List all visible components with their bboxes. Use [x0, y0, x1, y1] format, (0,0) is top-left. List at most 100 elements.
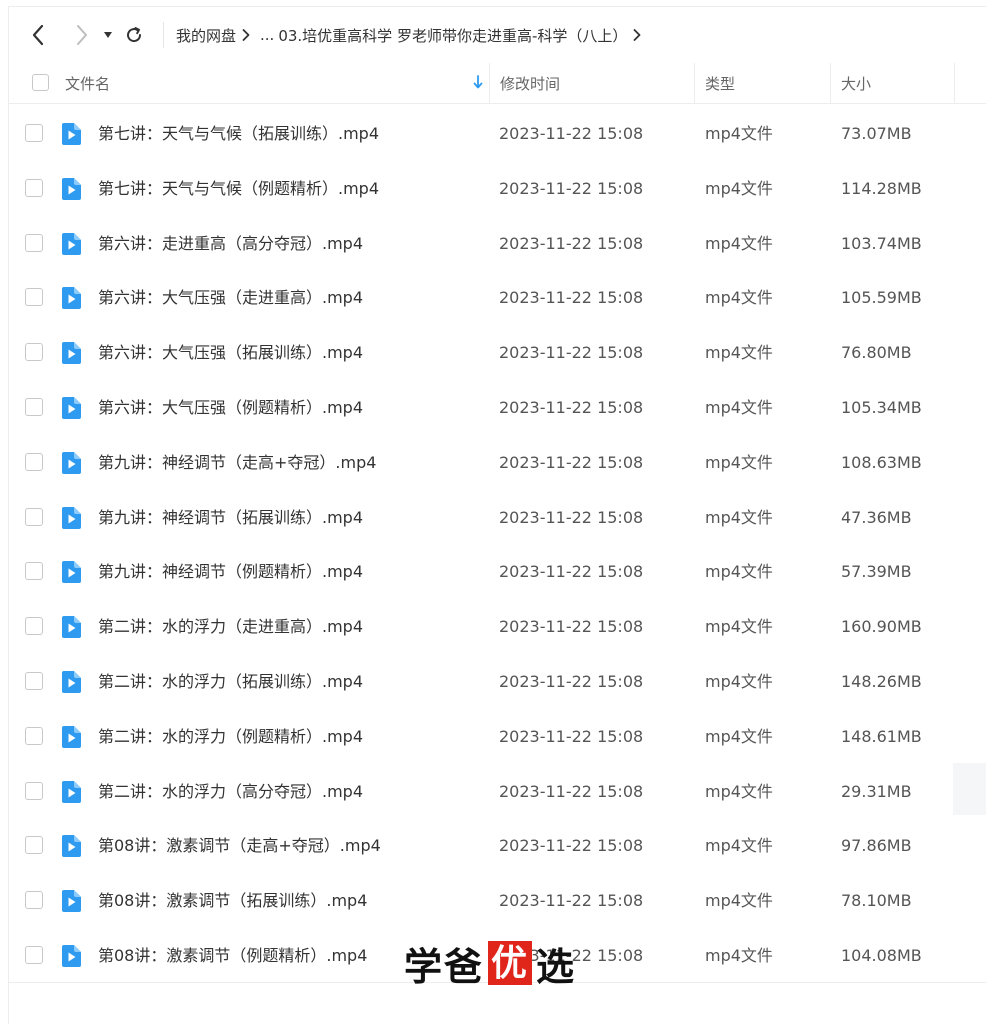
file-type: mp4文件 — [705, 398, 773, 417]
column-header-modified[interactable]: 修改时间 — [489, 63, 694, 103]
file-row-checkbox[interactable] — [25, 781, 43, 800]
file-name[interactable]: 第二讲：水的浮力（例题精析）.mp4 — [98, 710, 363, 764]
file-row-checkbox[interactable] — [25, 233, 43, 252]
file-row-checkbox[interactable] — [25, 726, 43, 745]
file-size: 160.90MB — [841, 617, 922, 637]
file-size: 148.61MB — [841, 726, 922, 746]
file-row-checkbox[interactable] — [25, 672, 43, 690]
file-modified-time: 2023-11-22 15:08 — [499, 781, 644, 801]
file-type: mp4文件 — [705, 124, 773, 143]
file-name[interactable]: 第九讲：神经调节（走高+夺冠）.mp4 — [98, 436, 376, 490]
column-header-type[interactable]: 类型 — [694, 63, 830, 103]
file-modified-time: 2023-11-22 15:08 — [499, 891, 644, 911]
file-row[interactable]: 第九讲：神经调节（拓展训练）.mp4 2023-11-22 15:08 mp4文件 4… — [9, 491, 986, 545]
file-type: mp4文件 — [705, 452, 773, 472]
file-type: mp4文件 — [705, 726, 773, 746]
file-row[interactable]: 第二讲：水的浮力（走进重高）.mp4 2023-11-22 15:08 mp4文件 1… — [9, 600, 986, 654]
history-dropdown-button[interactable] — [99, 20, 117, 50]
file-row-checkbox[interactable] — [25, 343, 43, 362]
file-type: mp4文件 — [705, 672, 773, 691]
video-file-icon — [62, 616, 81, 639]
file-name[interactable]: 第六讲：大气压强（拓展训练）.mp4 — [98, 326, 363, 380]
file-name[interactable]: 第六讲：大气压强（例题精析）.mp4 — [98, 381, 363, 435]
file-row[interactable]: 第六讲：大气压强（例题精析）.mp4 2023-11-22 15:08 mp4文件 1… — [9, 381, 986, 435]
file-name[interactable]: 第六讲：走进重高（高分夺冠）.mp4 — [98, 217, 363, 271]
file-row[interactable]: 第七讲：天气与气候（例题精析）.mp4 2023-11-22 15:08 mp4文件… — [9, 162, 986, 216]
file-type: mp4文件 — [705, 343, 773, 363]
file-row-checkbox[interactable] — [25, 617, 43, 636]
video-file-icon — [62, 287, 81, 310]
file-row[interactable]: 第08讲：激素调节（拓展训练）.mp4 2023-11-22 15:08 mp4文件… — [9, 874, 986, 928]
refresh-icon — [127, 27, 142, 43]
forward-button[interactable] — [67, 20, 97, 50]
file-name[interactable]: 第九讲：神经调节（拓展训练）.mp4 — [98, 491, 363, 545]
breadcrumb-ellipsis[interactable]: ... — [260, 26, 274, 44]
file-modified-time: 2023-11-22 15:08 — [499, 233, 644, 253]
file-row-checkbox[interactable] — [25, 288, 43, 307]
file-row[interactable]: 第二讲：水的浮力（例题精析）.mp4 2023-11-22 15:08 mp4文件 1… — [9, 710, 986, 764]
file-row[interactable]: 第08讲：激素调节（走高+夺冠）.mp4 2023-11-22 15:08 mp4文… — [9, 819, 986, 873]
file-size: 114.28MB — [841, 178, 922, 198]
file-modified-time: 2023-11-22 15:08 — [499, 288, 644, 308]
file-row-checkbox[interactable] — [25, 124, 43, 142]
breadcrumb-root[interactable]: 我的网盘 — [176, 25, 236, 46]
video-file-icon — [62, 123, 81, 145]
file-size: 108.63MB — [841, 452, 922, 472]
file-modified-time: 2023-11-22 15:08 — [499, 178, 644, 198]
file-row-checkbox[interactable] — [25, 946, 43, 964]
file-name[interactable]: 第七讲：天气与气候（拓展训练）.mp4 — [98, 107, 379, 161]
file-name[interactable]: 第七讲：天气与气候（例题精析）.mp4 — [98, 162, 379, 216]
file-row[interactable]: 第六讲：大气压强（走进重高）.mp4 2023-11-22 15:08 mp4文件 1… — [9, 271, 986, 325]
file-row[interactable]: 第九讲：神经调节（例题精析）.mp4 2023-11-22 15:08 mp4文件 5… — [9, 545, 986, 599]
file-row[interactable]: 第六讲：走进重高（高分夺冠）.mp4 2023-11-22 15:08 mp4文件 1… — [9, 217, 986, 271]
file-type: mp4文件 — [705, 288, 773, 308]
file-name[interactable]: 第08讲：激素调节（例题精析）.mp4 — [98, 929, 367, 983]
file-name[interactable]: 第08讲：激素调节（拓展训练）.mp4 — [98, 874, 367, 928]
file-row-checkbox[interactable] — [25, 178, 43, 197]
video-file-icon — [62, 561, 81, 584]
column-header-size-label: 大小 — [841, 74, 872, 93]
file-name[interactable]: 第08讲：激素调节（走高+夺冠）.mp4 — [98, 819, 381, 873]
file-row-checkbox[interactable] — [25, 398, 43, 416]
file-list-header: 文件名 修改时间 类型 大小 — [9, 63, 986, 104]
file-row[interactable]: 第七讲：天气与气候（拓展训练）.mp4 2023-11-22 15:08 mp4文件… — [9, 107, 986, 161]
file-size: 105.34MB — [841, 398, 922, 417]
file-row-checkbox[interactable] — [25, 452, 43, 471]
column-header-name[interactable]: 文件名 — [65, 63, 489, 103]
file-name[interactable]: 第二讲：水的浮力（拓展训练）.mp4 — [98, 655, 363, 709]
back-button[interactable] — [23, 20, 53, 50]
file-row[interactable]: 第二讲：水的浮力（高分夺冠）.mp4 2023-11-22 15:08 mp4文件 2… — [9, 765, 986, 819]
file-type: mp4文件 — [705, 233, 773, 253]
video-file-icon — [62, 342, 81, 365]
file-row-checkbox[interactable] — [25, 891, 43, 910]
column-header-spacer — [954, 63, 986, 103]
file-modified-time: 2023-11-22 15:08 — [499, 343, 644, 363]
toolbar-divider — [163, 22, 164, 48]
file-size: 103.74MB — [841, 233, 922, 253]
breadcrumb-expand-icon[interactable] — [627, 28, 647, 42]
file-row-checkbox[interactable] — [25, 507, 43, 526]
file-name[interactable]: 第二讲：水的浮力（高分夺冠）.mp4 — [98, 765, 363, 819]
file-name[interactable]: 第九讲：神经调节（例题精析）.mp4 — [98, 545, 363, 599]
video-file-icon — [62, 451, 81, 474]
file-row-checkbox[interactable] — [25, 836, 43, 855]
file-size: 104.08MB — [841, 946, 922, 965]
video-file-icon — [62, 506, 81, 529]
file-row[interactable]: 第二讲：水的浮力（拓展训练）.mp4 2023-11-22 15:08 mp4文件 1… — [9, 655, 986, 709]
file-name[interactable]: 第六讲：大气压强（走进重高）.mp4 — [98, 271, 363, 325]
caret-down-icon — [104, 32, 112, 38]
video-file-icon — [62, 671, 81, 693]
breadcrumb-current-folder[interactable]: 03.培优重高科学 罗老师带你走进重高-科学（八上） — [278, 25, 627, 46]
watermark-highlight-box: 优 — [488, 941, 533, 985]
file-row[interactable]: 第九讲：神经调节（走高+夺冠）.mp4 2023-11-22 15:08 mp4文件… — [9, 436, 986, 490]
column-header-modified-label: 修改时间 — [500, 74, 561, 93]
file-size: 148.26MB — [841, 672, 922, 691]
column-header-size[interactable]: 大小 — [830, 63, 954, 103]
file-row-checkbox[interactable] — [25, 562, 43, 581]
refresh-button[interactable] — [119, 20, 149, 50]
file-modified-time: 2023-11-22 15:08 — [499, 124, 644, 143]
video-file-icon — [62, 890, 81, 913]
file-name[interactable]: 第二讲：水的浮力（走进重高）.mp4 — [98, 600, 363, 654]
file-row[interactable]: 第六讲：大气压强（拓展训练）.mp4 2023-11-22 15:08 mp4文件 7… — [9, 326, 986, 380]
select-all-checkbox[interactable] — [32, 74, 49, 91]
